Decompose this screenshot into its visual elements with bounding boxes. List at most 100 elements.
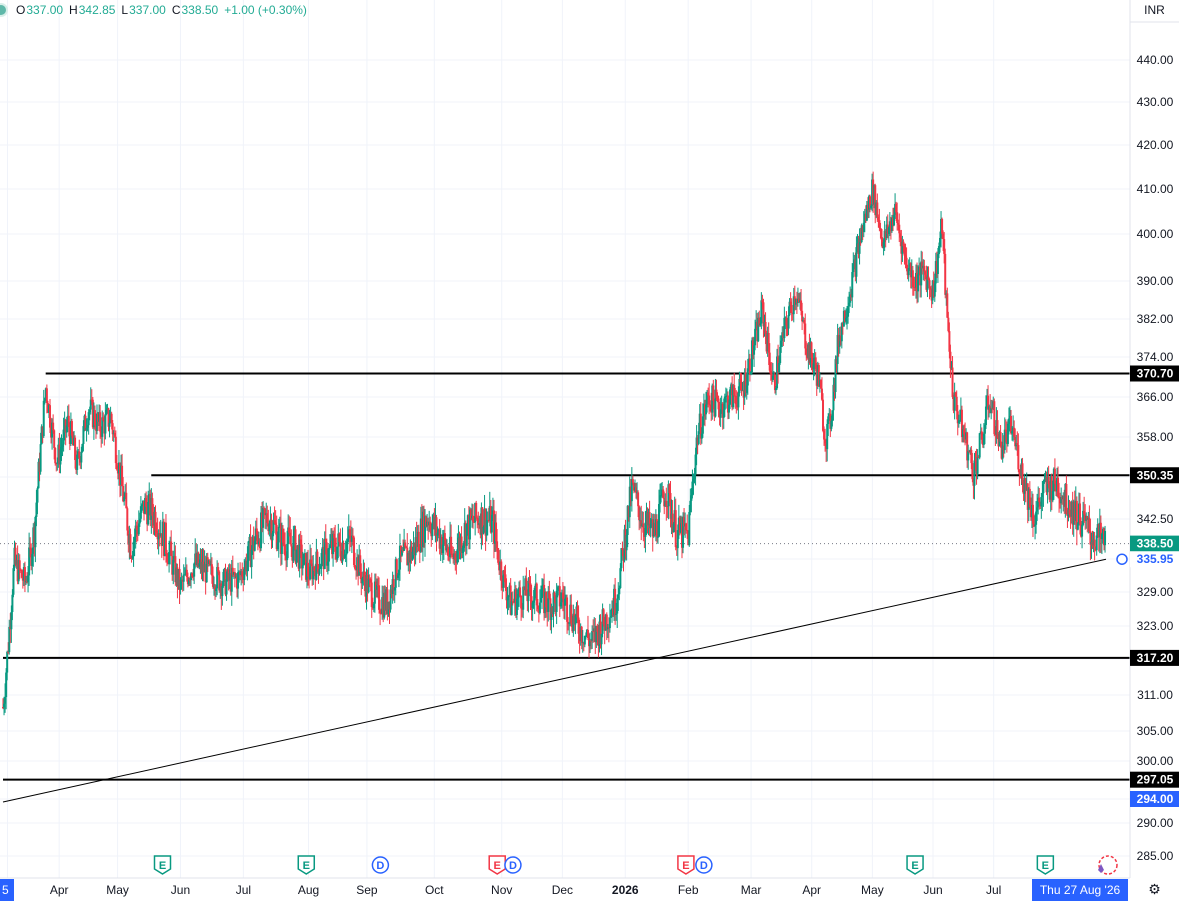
price-tick-label: 430.00 xyxy=(1137,95,1174,109)
candle-body xyxy=(80,451,83,463)
candle-body xyxy=(1081,524,1084,537)
candle-body xyxy=(327,547,330,562)
candle-body xyxy=(1017,444,1020,470)
candle-body xyxy=(182,574,185,582)
event-letter: E xyxy=(682,860,689,872)
price-tick-label: 305.00 xyxy=(1137,724,1174,738)
price-tick-label: 285.00 xyxy=(1137,849,1174,863)
candle-body xyxy=(790,305,793,314)
price-tick-label: 290.00 xyxy=(1137,816,1174,830)
price-tick-label: 420.00 xyxy=(1137,138,1174,152)
price-tick-label: 382.00 xyxy=(1137,312,1174,326)
candle-body xyxy=(316,551,319,565)
candle-body xyxy=(290,544,293,547)
time-axis[interactable]: 5 Apr May Jun Jul Aug Sep Oct Nov Dec 2026 Feb Mar Ap… xyxy=(0,877,1130,901)
candle-body xyxy=(1093,539,1096,547)
crosshair-price-label: 294.00 xyxy=(1137,792,1174,806)
candle-body xyxy=(164,522,167,554)
time-tick-label: May xyxy=(861,883,884,897)
price-tick-label: 329.00 xyxy=(1137,585,1174,599)
time-tick-label: Apr xyxy=(50,883,69,897)
event-letter: D xyxy=(700,860,708,872)
currency-selector[interactable]: INR xyxy=(1130,0,1179,20)
hline-price-label: 350.35 xyxy=(1137,468,1174,482)
time-tick-label: Aug xyxy=(298,883,319,897)
trend-line-handle[interactable] xyxy=(1116,553,1128,565)
candle-body xyxy=(688,511,691,546)
price-tick-label: 400.00 xyxy=(1137,227,1174,241)
candle-body xyxy=(42,400,45,437)
close-value: 338.50 xyxy=(181,3,219,17)
candle-body xyxy=(1104,531,1107,546)
candle-body xyxy=(519,587,522,597)
price-tick-label: 366.00 xyxy=(1137,390,1174,404)
price-tick-label: 374.00 xyxy=(1137,350,1174,364)
time-tick-label: Sep xyxy=(356,883,378,897)
candle-body xyxy=(6,651,9,673)
time-tick-label: Jul xyxy=(986,883,1001,897)
price-axis[interactable]: 285.00 290.00 300.00 305.00 311.00 323.00 329.… xyxy=(1129,0,1179,878)
candle-body xyxy=(247,541,250,561)
candle-body xyxy=(822,399,825,431)
gear-icon[interactable]: ⚙ xyxy=(1130,878,1179,901)
current-price-label: 338.50 xyxy=(1137,537,1174,551)
price-tick-label: 323.00 xyxy=(1137,619,1174,633)
time-tick-label: Jul xyxy=(236,883,251,897)
candle-body xyxy=(631,479,634,483)
time-tick-label: 5 xyxy=(2,883,9,897)
candle-body xyxy=(104,414,107,434)
price-tick-label: 410.00 xyxy=(1137,182,1174,196)
ohlc-legend: O 337.00 H 342.85 L 337.00 C 338.50 +1.0… xyxy=(0,0,308,20)
time-tick-label: Feb xyxy=(678,883,699,897)
time-tick-label: 2026 xyxy=(612,883,639,897)
candle-body xyxy=(12,568,15,595)
candle-body xyxy=(496,541,499,549)
open-label: O xyxy=(16,3,26,17)
candles xyxy=(2,171,1107,716)
candle-body xyxy=(999,432,1002,442)
time-tick-label: Oct xyxy=(425,883,444,897)
candle-body xyxy=(665,500,668,507)
candle-body xyxy=(674,510,677,548)
event-letter: E xyxy=(303,860,310,872)
candle-body xyxy=(976,456,979,474)
candle-body xyxy=(618,588,621,595)
hline-price-label: 370.70 xyxy=(1137,367,1174,381)
candle-body xyxy=(475,502,478,518)
time-tick-label: May xyxy=(106,883,129,897)
time-tick-label: Mar xyxy=(741,883,762,897)
hline-price-label: 297.05 xyxy=(1137,773,1174,787)
close-label: C xyxy=(171,3,181,17)
event-letter: E xyxy=(911,860,918,872)
low-value: 337.00 xyxy=(129,3,166,17)
candle-body xyxy=(301,565,304,569)
symbol-logo-icon[interactable] xyxy=(0,3,8,17)
event-markers: EEDEDEDEE xyxy=(153,855,1118,875)
event-letter: E xyxy=(1042,860,1049,872)
candle-body xyxy=(538,602,541,613)
candle-body xyxy=(917,274,920,292)
chart-grid xyxy=(0,0,1130,878)
hline-price-label: 317.20 xyxy=(1137,651,1174,665)
candle-body xyxy=(944,253,947,295)
trend-price-label: 335.95 xyxy=(1137,552,1174,566)
event-letter: D xyxy=(376,860,384,872)
low-label: L xyxy=(121,3,129,17)
candle-body xyxy=(951,367,954,397)
candle-body xyxy=(36,488,39,503)
crosshair-date-label: Thu 27 Aug '26 xyxy=(1040,883,1121,897)
price-chart[interactable]: 285.00 290.00 300.00 305.00 311.00 323.00 329.… xyxy=(0,0,1179,901)
candle-body xyxy=(978,433,981,458)
high-label: H xyxy=(69,3,78,17)
candle-body xyxy=(637,492,640,507)
candle-body xyxy=(11,594,14,612)
candle-body xyxy=(277,526,280,543)
candle-body xyxy=(608,617,611,629)
price-tick-label: 342.50 xyxy=(1137,512,1174,526)
event-letter: E xyxy=(159,860,166,872)
event-letter: E xyxy=(494,860,501,872)
candle-body xyxy=(129,534,132,558)
candle-body xyxy=(45,388,48,404)
time-tick-label: Dec xyxy=(552,883,573,897)
candle-body xyxy=(52,422,55,431)
